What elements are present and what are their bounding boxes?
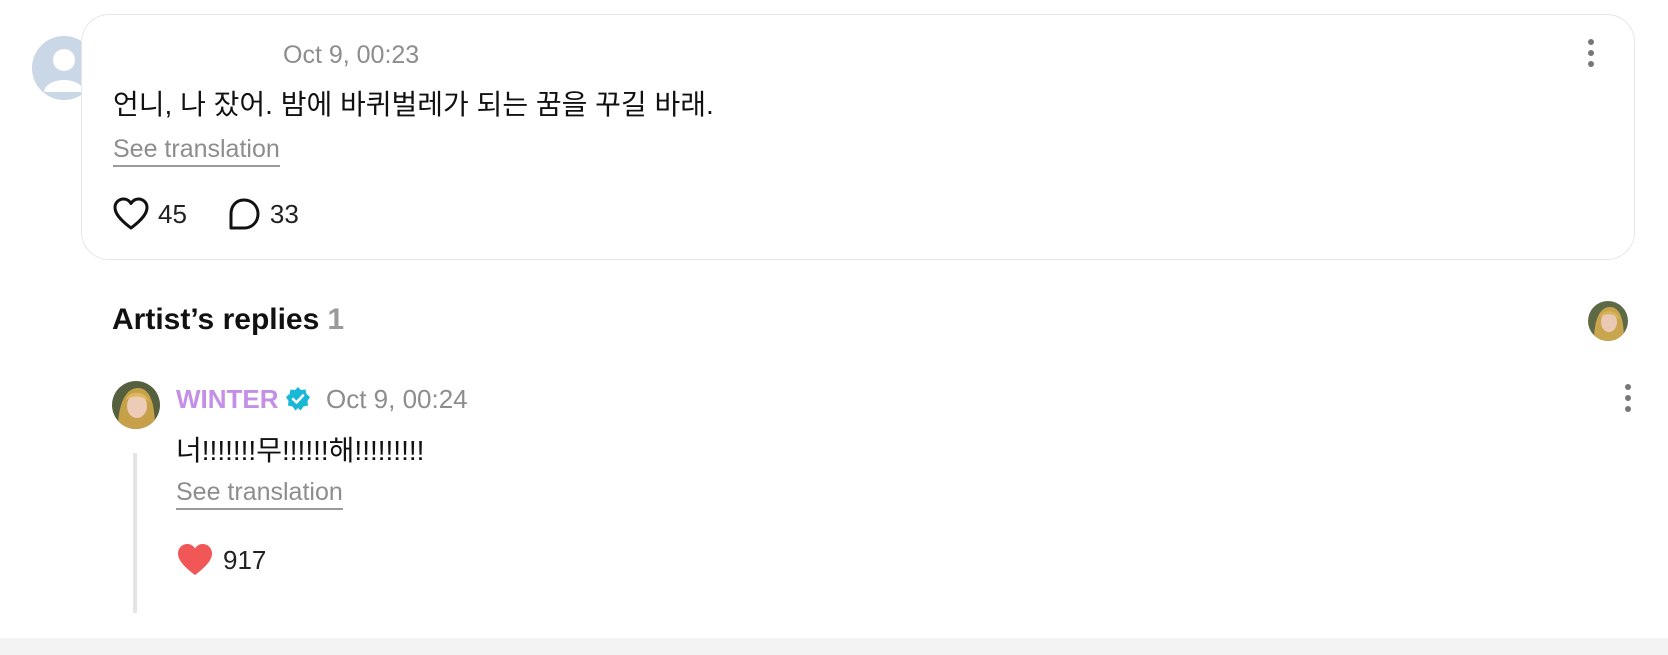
comment-timestamp: Oct 9, 00:23 [283, 41, 420, 69]
like-button[interactable]: 917 [176, 543, 266, 577]
artist-name[interactable]: WINTER [176, 384, 279, 415]
comment-card: Oct 9, 00:23 언니, 나 잤어. 밤에 바퀴벌레가 되는 꿈을 꾸길… [81, 14, 1635, 260]
comment-thread: Oct 9, 00:23 언니, 나 잤어. 밤에 바퀴벌레가 되는 꿈을 꾸길… [0, 0, 1668, 655]
more-options-icon[interactable] [1579, 35, 1603, 71]
more-options-icon[interactable] [1616, 380, 1640, 416]
thread-line [133, 453, 137, 613]
reply-timestamp: Oct 9, 00:24 [326, 384, 468, 414]
like-count: 45 [158, 198, 187, 229]
artist-replies-title: Artist’s replies [112, 303, 320, 336]
artist-portrait-icon [112, 381, 160, 429]
artist-replies-heading: Artist’s replies 1 [112, 303, 344, 337]
speech-bubble-icon [229, 198, 260, 230]
heart-filled-icon [178, 544, 212, 575]
reply-button[interactable]: 33 [227, 197, 299, 231]
reply-text: 너!!!!!!!무!!!!!!해!!!!!!!!! [176, 435, 425, 466]
verified-badge-icon [286, 387, 310, 411]
see-translation-link[interactable]: See translation [113, 135, 280, 167]
see-translation-link[interactable]: See translation [176, 478, 343, 510]
heart-outline-icon [113, 197, 149, 230]
like-count: 917 [223, 544, 267, 575]
comment-text: 언니, 나 잤어. 밤에 바퀴벌레가 되는 꿈을 꾸길 바래. [113, 89, 714, 120]
like-button[interactable]: 45 [113, 197, 187, 231]
comment-actions: 45 33 [113, 197, 299, 231]
artist-replies-count: 1 [327, 303, 344, 336]
reply-count: 33 [269, 198, 299, 229]
section-divider [0, 638, 1668, 655]
artist-avatar[interactable] [112, 381, 160, 429]
reply-actions: 917 [176, 543, 266, 577]
artist-avatar-small[interactable] [1588, 301, 1628, 341]
artist-portrait-icon [1588, 301, 1628, 341]
